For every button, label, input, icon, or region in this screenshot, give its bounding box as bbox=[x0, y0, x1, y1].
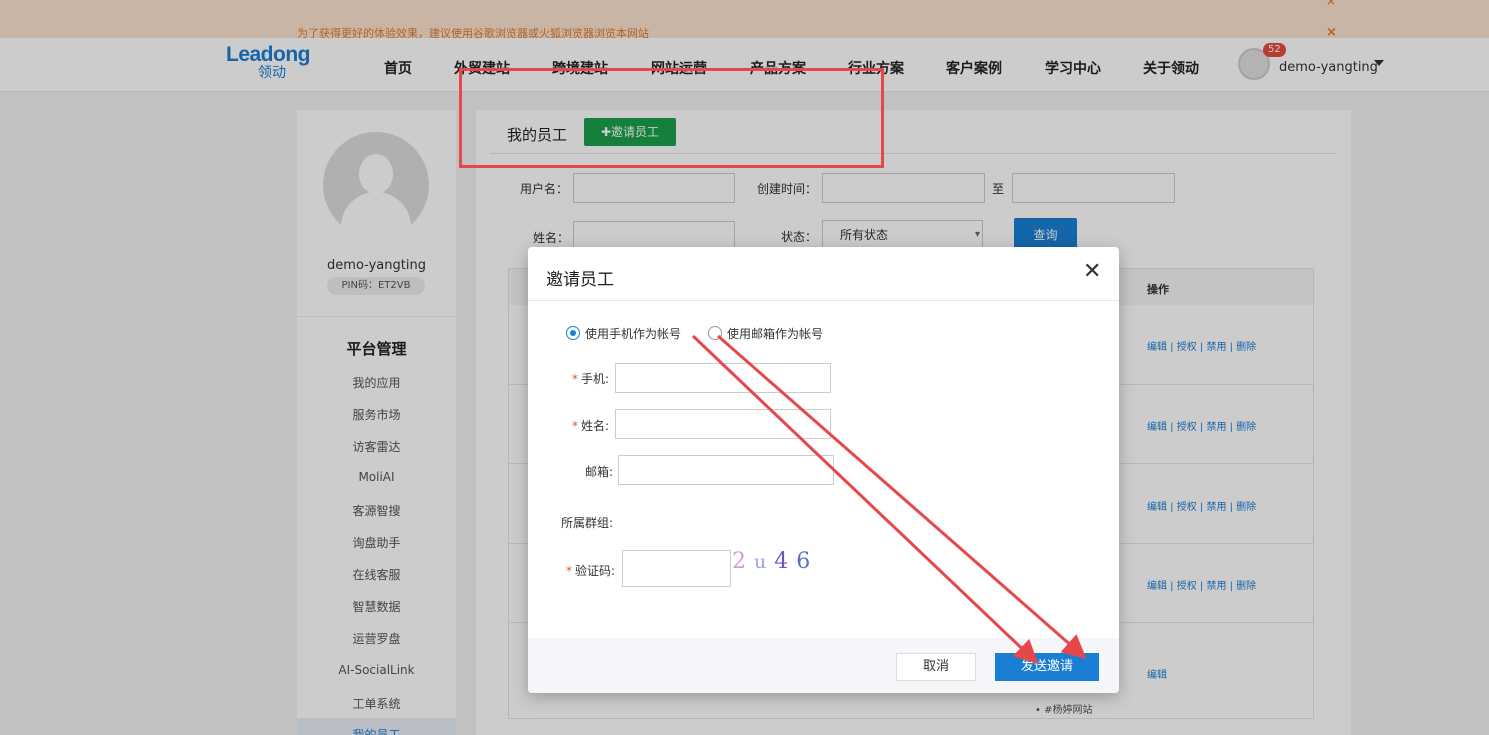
radio-use-phone-label[interactable]: 使用手机作为帐号 bbox=[585, 325, 681, 342]
radio-use-phone[interactable] bbox=[566, 326, 580, 340]
name-input[interactable] bbox=[615, 409, 831, 439]
radio-use-email[interactable] bbox=[708, 326, 722, 340]
captcha-char: 4 bbox=[774, 549, 789, 574]
captcha-input[interactable] bbox=[622, 550, 731, 587]
captcha-char: 2 bbox=[732, 549, 746, 574]
email-label: 邮箱: bbox=[585, 465, 614, 479]
divider bbox=[528, 300, 1119, 301]
group-label: 所属群组: bbox=[561, 516, 614, 530]
cancel-button[interactable]: 取消 bbox=[896, 653, 976, 681]
dialog-title: 邀请员工 bbox=[546, 270, 614, 290]
annotation-highlight-box bbox=[459, 68, 884, 168]
invite-staff-dialog: 邀请员工 ✕ 使用手机作为帐号 使用邮箱作为帐号 * 手机: * 姓名: 邮箱: 所… bbox=[528, 247, 1119, 693]
close-icon[interactable]: ✕ bbox=[1083, 259, 1101, 284]
captcha-char: u bbox=[754, 551, 767, 573]
dialog-footer: 取消 发送邀请 bbox=[528, 638, 1119, 693]
name-label: * 姓名: bbox=[572, 419, 610, 433]
phone-label: * 手机: bbox=[572, 372, 610, 386]
captcha-char: 6 bbox=[796, 549, 811, 574]
phone-input[interactable] bbox=[615, 363, 831, 393]
page: × 为了获得更好的体验效果，建议使用谷歌浏览器或火狐浏览器浏览本网站 × Lea… bbox=[0, 0, 1489, 735]
send-invite-button[interactable]: 发送邀请 bbox=[995, 653, 1099, 681]
radio-use-email-label[interactable]: 使用邮箱作为帐号 bbox=[727, 325, 823, 342]
captcha-label: * 验证码: bbox=[566, 564, 616, 578]
email-input[interactable] bbox=[618, 455, 834, 485]
captcha-image[interactable]: 2u46 bbox=[732, 549, 840, 579]
